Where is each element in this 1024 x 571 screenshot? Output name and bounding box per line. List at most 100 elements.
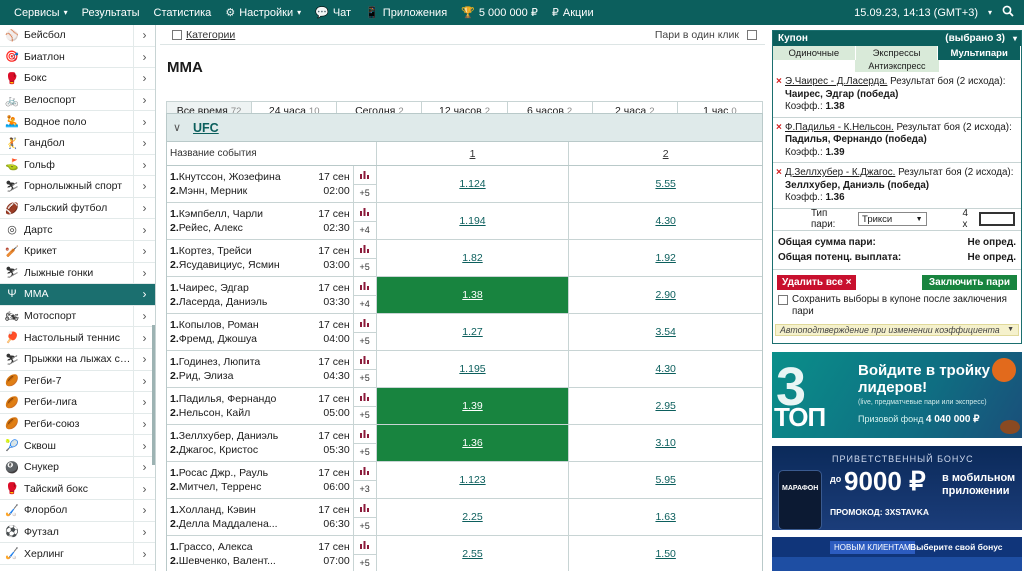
sidebar-item[interactable]: 🏑 Херлинг › [0, 543, 155, 565]
league-header[interactable]: ∨ UFC [167, 114, 762, 142]
chevron-right-icon[interactable]: › [133, 89, 155, 111]
new-clients-banner[interactable]: НОВЫМ КЛИЕНТАМ Выберите свой бонус [772, 537, 1022, 571]
chevron-right-icon[interactable]: › [133, 262, 155, 284]
league-name[interactable]: UFC [193, 121, 219, 135]
stats-icon[interactable] [353, 277, 376, 296]
pick-event[interactable]: Ф.Падилья - К.Нельсон. [785, 122, 894, 133]
stats-icon[interactable] [353, 388, 376, 407]
odds-outcome-1[interactable]: 1.39 [376, 388, 570, 424]
chevron-right-icon[interactable]: › [133, 197, 155, 219]
sidebar-item[interactable]: ⛷ Горнолыжный спорт › [0, 176, 155, 198]
chevron-right-icon[interactable]: › [133, 305, 155, 327]
datetime-display[interactable]: 15.09.23, 14:13 (GMT+3) [854, 7, 978, 19]
coupon-tab[interactable]: Одиночные [773, 46, 856, 60]
sidebar-item[interactable]: 🥊 Бокс › [0, 68, 155, 90]
more-markets-count[interactable]: +5 [354, 259, 376, 277]
sidebar-item[interactable]: ⛷ Лыжные гонки › [0, 262, 155, 285]
top-menu-item[interactable]: Статистика [154, 7, 212, 19]
sidebar-item[interactable]: 🤽 Водное поло › [0, 111, 155, 133]
odds-outcome-2[interactable]: 2.90 [569, 277, 762, 313]
stats-icon[interactable] [353, 314, 376, 333]
sidebar-item[interactable]: 🏉 Регби-союз › [0, 413, 155, 436]
place-bet-button[interactable]: Заключить пари [921, 274, 1017, 290]
team-2[interactable]: 2.Фремд, Джошуа [170, 332, 315, 346]
event-teams[interactable]: 1.Кортез, Трейси 2.Ясудавициус, Ясмин [167, 240, 315, 276]
stats-icon[interactable] [353, 166, 376, 185]
top-menu-item[interactable]: Результаты [82, 7, 140, 19]
more-markets-count[interactable]: +4 [354, 296, 376, 314]
chevron-right-icon[interactable]: › [133, 521, 155, 543]
stats-icon[interactable] [353, 462, 376, 481]
odds-outcome-2[interactable]: 4.30 [569, 203, 762, 239]
event-teams[interactable]: 1.Росас Джр., Рауль 2.Митчел, Терренс [167, 462, 315, 498]
sidebar-item[interactable]: 🏑 Флорбол › [0, 500, 155, 522]
remove-pick-icon[interactable]: × [776, 76, 782, 89]
header-outcome-1[interactable]: 1 [377, 142, 570, 165]
sidebar-item[interactable]: ◎ Дартс › [0, 219, 155, 241]
sidebar-item[interactable]: 🤾 Гандбол › [0, 132, 155, 155]
categories-link[interactable]: Категории [186, 29, 235, 41]
chevron-right-icon[interactable]: › [133, 68, 155, 89]
team-1[interactable]: 1.Холланд, Кэвин [170, 503, 315, 517]
stats-icon[interactable] [353, 499, 376, 518]
team-1[interactable]: 1.Грассо, Алекса [170, 540, 315, 554]
categories-checkbox[interactable] [172, 29, 182, 40]
remove-pick-icon[interactable]: × [776, 167, 782, 180]
odds-outcome-1[interactable]: 1.38 [376, 277, 570, 313]
chevron-right-icon[interactable]: › [133, 176, 155, 197]
team-1[interactable]: 1.Зеллхубер, Даниэль [170, 429, 315, 443]
chevron-right-icon[interactable]: › [133, 132, 155, 154]
event-teams[interactable]: 1.Копылов, Роман 2.Фремд, Джошуа [167, 314, 315, 350]
sidebar-item[interactable]: Ψ ММА › [0, 284, 155, 306]
more-markets-count[interactable]: +3 [354, 481, 376, 499]
one-click-bet-toggle[interactable]: Пари в один клик [655, 29, 757, 41]
odds-outcome-2[interactable]: 2.95 [569, 388, 762, 424]
delete-all-button[interactable]: Удалить все × [777, 274, 857, 290]
sidebar-item[interactable]: 🎾 Сквош › [0, 435, 155, 457]
sidebar-item[interactable]: 🏍 Мотоспорт › [0, 305, 155, 328]
event-teams[interactable]: 1.Холланд, Кэвин 2.Делла Маддалена... [167, 499, 315, 535]
more-markets-count[interactable]: +5 [354, 444, 376, 462]
more-markets-count[interactable]: +5 [354, 333, 376, 351]
keep-selections-option[interactable]: Сохранить выборы в купоне после заключен… [773, 292, 1021, 320]
event-teams[interactable]: 1.Зеллхубер, Даниэль 2.Джагос, Кристос [167, 425, 315, 461]
auto-confirm-select[interactable]: Автоподтверждение при изменении коэффици… [775, 323, 1019, 336]
odds-outcome-2[interactable]: 4.30 [569, 351, 762, 387]
coupon-tab[interactable]: Мультипари [938, 46, 1022, 60]
sidebar-item[interactable]: 🎱 Снукер › [0, 456, 155, 479]
header-outcome-2[interactable]: 2 [569, 142, 762, 165]
odds-outcome-1[interactable]: 2.25 [377, 499, 570, 535]
event-teams[interactable]: 1.Падилья, Фернандо 2.Нельсон, Кайл [167, 388, 315, 424]
team-2[interactable]: 2.Рейес, Алекс [170, 221, 315, 235]
odds-outcome-1[interactable]: 1.124 [377, 166, 570, 202]
odds-outcome-2[interactable]: 1.63 [569, 499, 762, 535]
stats-icon[interactable] [353, 425, 376, 444]
team-1[interactable]: 1.Чаирес, Эдгар [170, 281, 315, 295]
sidebar-item[interactable]: 🏈 Гэльский футбол › [0, 197, 155, 220]
team-1[interactable]: 1.Падилья, Фернандо [170, 392, 315, 406]
top-menu-item[interactable]: 🏆 5 000 000 ₽ [461, 6, 538, 19]
team-2[interactable]: 2.Шевченко, Валент... [170, 554, 315, 568]
odds-outcome-1[interactable]: 1.27 [377, 314, 570, 350]
event-teams[interactable]: 1.Кнутссон, Жозефина 2.Мэнн, Мерник [167, 166, 315, 202]
odds-outcome-1[interactable]: 1.36 [376, 425, 570, 461]
sidebar-item[interactable]: ⛳ Гольф › [0, 154, 155, 177]
odds-outcome-2[interactable]: 1.50 [569, 536, 762, 571]
more-markets-count[interactable]: +5 [354, 185, 376, 203]
search-icon[interactable] [1002, 5, 1014, 20]
odds-outcome-1[interactable]: 1.195 [377, 351, 570, 387]
team-1[interactable]: 1.Копылов, Роман [170, 318, 315, 332]
chevron-right-icon[interactable]: › [133, 478, 155, 500]
top-menu-item[interactable]: 📱 Приложения [365, 6, 447, 20]
sidebar-item[interactable]: 🥊 Тайский бокс › [0, 478, 155, 501]
odds-outcome-2[interactable]: 5.55 [569, 166, 762, 202]
team-2[interactable]: 2.Ласерда, Даниэль [170, 295, 315, 309]
team-1[interactable]: 1.Росас Джр., Рауль [170, 466, 315, 480]
coupon-collapse-icon[interactable]: ▾ [1013, 34, 1017, 43]
sidebar-item[interactable]: 🎯 Биатлон › [0, 46, 155, 69]
stats-icon[interactable] [353, 240, 376, 259]
event-teams[interactable]: 1.Годинез, Люпита 2.Рид, Элиза [167, 351, 315, 387]
sidebar-item[interactable]: ⚽ Футзал › [0, 521, 155, 544]
welcome-bonus-banner[interactable]: ПРИВЕТСТВЕННЫЙ БОНУС МАРАФОН до 9000 ₽ в… [772, 446, 1022, 530]
bet-type-select[interactable]: Трикси ▼ [858, 212, 927, 226]
